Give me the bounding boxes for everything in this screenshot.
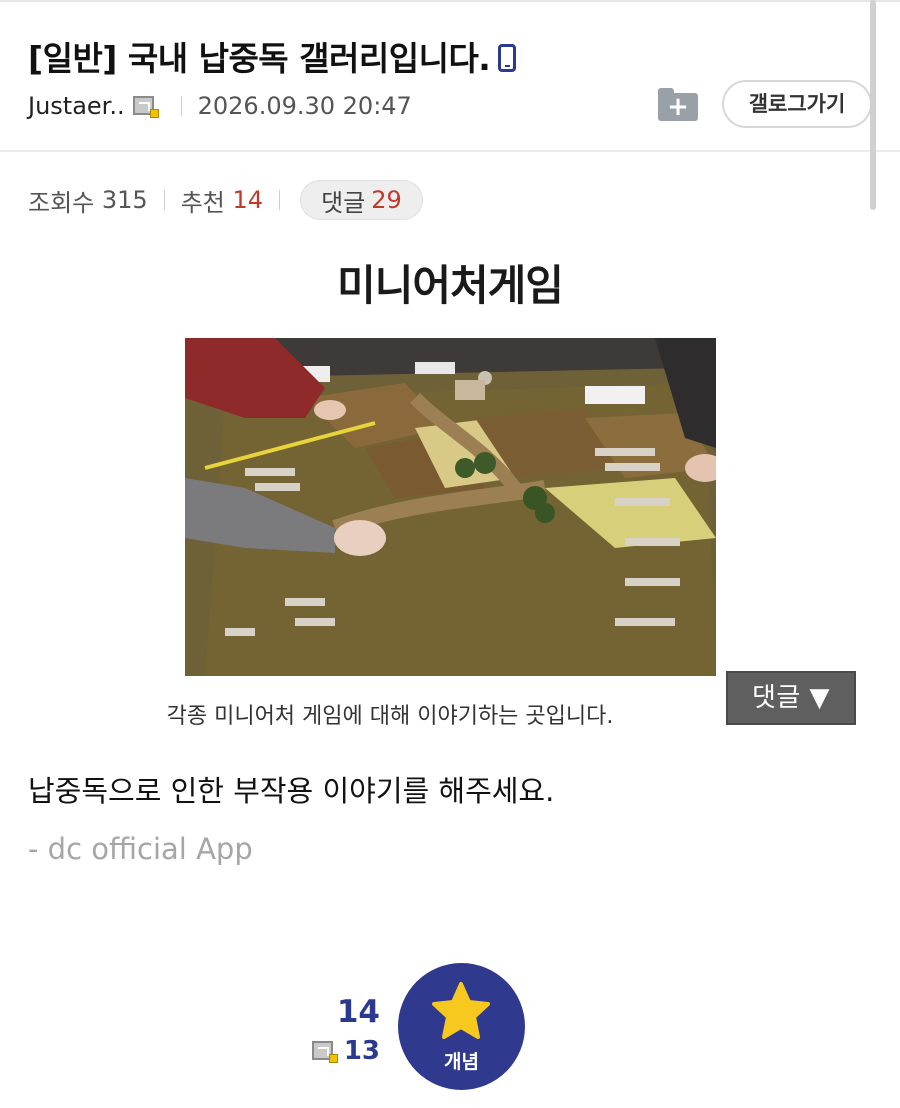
- user-badge-icon: [311, 1039, 338, 1063]
- mobile-icon: [498, 43, 517, 72]
- miniature-game-photo[interactable]: [185, 338, 716, 676]
- meta-divider: [180, 96, 182, 116]
- folder-add-icon: +: [658, 93, 698, 121]
- post-header: [일반] 국내 납중독 갤러리입니다. Justaer.. 2026.09.30…: [0, 0, 900, 152]
- comment-count-button[interactable]: 댓글 29: [300, 180, 423, 220]
- post-body-text: 납중독으로 인한 부작용 이야기를 해주세요.: [28, 774, 555, 808]
- post-title: [일반] 국내 납중독 갤러리입니다.: [28, 32, 517, 80]
- recommend-total: 14: [336, 994, 380, 1030]
- recommend-label: 추천: [180, 188, 225, 217]
- author-nickname[interactable]: Justaer..: [28, 92, 125, 120]
- recommend-count: 14: [232, 186, 264, 214]
- stats-divider: [163, 190, 165, 210]
- image-caption: 각종 미니어처 게임에 대해 이야기하는 곳입니다.: [166, 704, 614, 729]
- comment-jump-button[interactable]: 댓글 ▼: [726, 671, 856, 725]
- user-badge-icon: [132, 94, 159, 118]
- post-title-text: [일반] 국내 납중독 갤러리입니다.: [28, 39, 491, 78]
- post-meta: Justaer.. 2026.09.30 20:47: [28, 90, 412, 122]
- concept-label: 개념: [444, 1051, 479, 1073]
- scrollbar[interactable]: [870, 0, 876, 210]
- views-count: 315: [101, 186, 148, 214]
- post-stats: 조회수 315 추천 14 댓글 29: [28, 180, 423, 220]
- app-signature: - dc official App: [28, 832, 253, 866]
- comment-count: 29: [371, 186, 402, 214]
- fixed-recommend-row: 13: [311, 1036, 380, 1066]
- image-title: 미니어처게임: [337, 261, 564, 310]
- stats-divider: [279, 190, 281, 210]
- recommend-box: 14 13: [300, 990, 390, 1080]
- fixed-recommend-count: 13: [343, 1036, 380, 1066]
- gallog-button[interactable]: 갤로그가기: [722, 80, 872, 128]
- post-datetime: 2026.09.30 20:47: [197, 92, 412, 120]
- comment-label: 댓글: [321, 188, 366, 217]
- folder-add-button[interactable]: +: [658, 88, 698, 122]
- star-icon: [432, 982, 490, 1039]
- concept-recommend-button[interactable]: 개념: [398, 963, 525, 1090]
- views-label: 조회수: [28, 188, 95, 217]
